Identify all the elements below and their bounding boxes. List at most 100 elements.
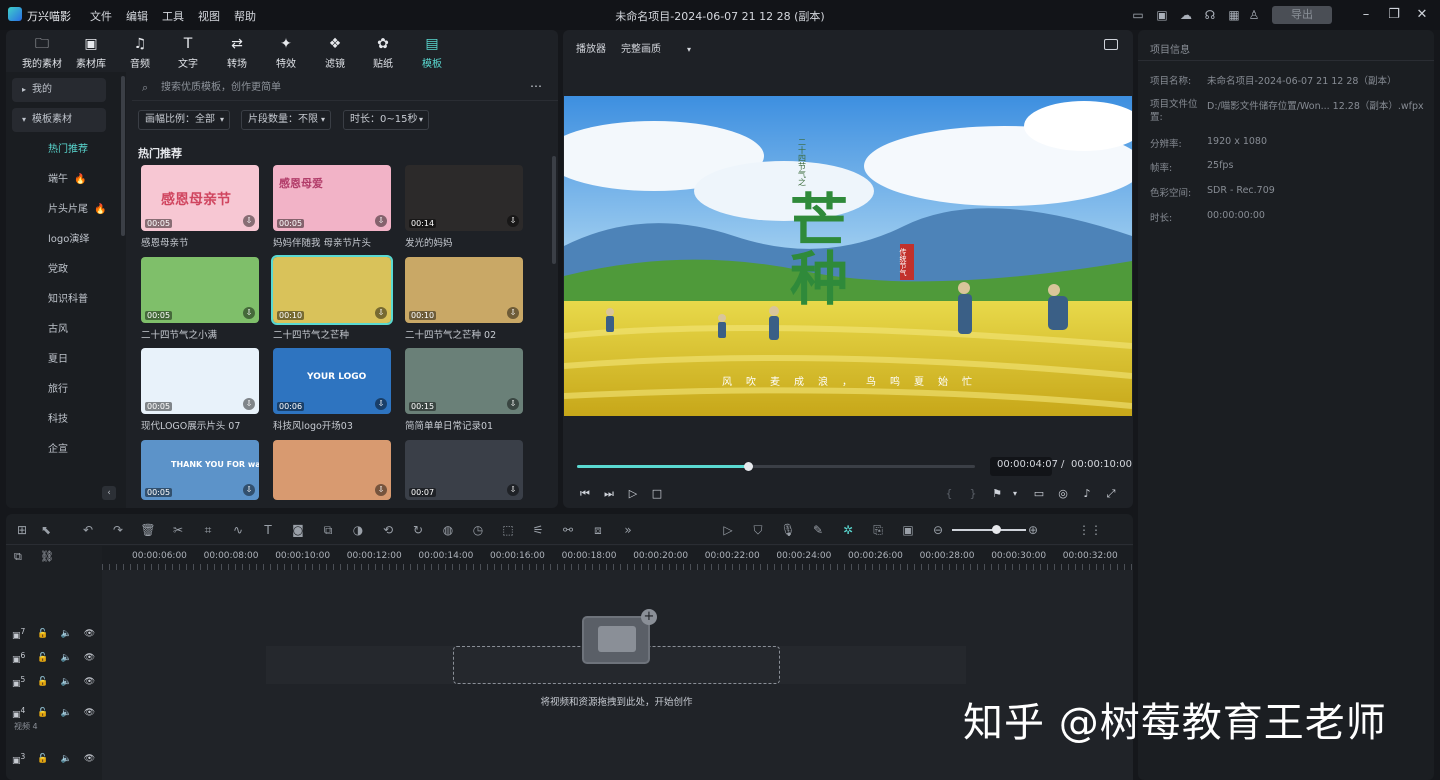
menu-edit[interactable]: 编辑: [126, 8, 148, 24]
eye-icon[interactable]: 👁: [84, 708, 95, 718]
download-icon[interactable]: ⇩: [243, 215, 255, 227]
volume-icon[interactable]: ♪: [1080, 487, 1094, 501]
template-thumbnail[interactable]: 00:07 ⇩: [405, 440, 523, 500]
snapshot-view-icon[interactable]: [1104, 39, 1118, 50]
template-thumbnail[interactable]: 00:10 ⇩: [271, 255, 393, 325]
sidebar-item-templates[interactable]: ▾ 模板素材: [12, 108, 106, 132]
select-icon[interactable]: ⬉: [38, 522, 54, 538]
template-thumbnail[interactable]: 00:14 ⇩: [405, 165, 523, 231]
lock-icon[interactable]: 🔓: [37, 629, 48, 639]
mark-out-icon[interactable]: }: [966, 487, 980, 501]
menu-tools[interactable]: 工具: [162, 8, 184, 24]
eye-icon[interactable]: 👁: [84, 677, 95, 687]
mask-icon[interactable]: ◙: [290, 522, 306, 538]
eye-icon[interactable]: 👁: [84, 653, 95, 663]
display-icon[interactable]: ▭: [1032, 487, 1046, 501]
lock-icon[interactable]: 🔓: [37, 653, 48, 663]
speed-icon[interactable]: ⟲: [380, 522, 396, 538]
tab-effects[interactable]: ✦ 特效: [264, 36, 308, 70]
template-thumbnail[interactable]: ⇩: [273, 440, 391, 500]
template-thumbnail[interactable]: 00:10 ⇩: [405, 257, 523, 323]
prev-frame-icon[interactable]: ⏮: [578, 487, 592, 501]
layout-icon[interactable]: ▭: [1130, 7, 1146, 23]
close-icon[interactable]: ✕: [1412, 6, 1432, 24]
cloud-icon[interactable]: ☁: [1178, 7, 1194, 23]
render-icon[interactable]: ▷: [720, 522, 736, 538]
eye-icon[interactable]: 👁: [84, 754, 95, 764]
play-icon[interactable]: ▷: [626, 487, 640, 501]
lock-icon[interactable]: 🔓: [37, 708, 48, 718]
tab-templates[interactable]: ▤ 模板: [410, 36, 454, 70]
download-icon[interactable]: ⇩: [375, 307, 387, 319]
template-thumbnail[interactable]: 00:15 ⇩: [405, 348, 523, 414]
download-icon[interactable]: ⇩: [507, 398, 519, 410]
export-button[interactable]: 导出: [1272, 6, 1332, 24]
crop-icon[interactable]: ⌗: [200, 522, 216, 538]
download-icon[interactable]: ⇩: [507, 484, 519, 496]
stop-icon[interactable]: □: [650, 487, 664, 501]
headset-icon[interactable]: ☊: [1202, 7, 1218, 23]
cut-icon[interactable]: ✂: [170, 522, 186, 538]
redo-icon[interactable]: ↷: [110, 522, 126, 538]
sidebar-item-mine[interactable]: ▸ 我的: [12, 78, 106, 102]
mic-icon[interactable]: 🎙: [780, 522, 796, 538]
chevron-down-icon[interactable]: ▾: [1008, 487, 1022, 501]
download-icon[interactable]: ⇩: [507, 215, 519, 227]
template-thumbnail[interactable]: 00:06 ⇩ YOUR LOGO: [273, 348, 391, 414]
add-media-icon[interactable]: +: [641, 609, 657, 625]
tab-transitions[interactable]: ⇄ 转场: [215, 36, 259, 70]
add-track-icon[interactable]: ⧉: [14, 550, 22, 564]
lock-icon[interactable]: 🔓: [37, 754, 48, 764]
menu-help[interactable]: 帮助: [234, 8, 256, 24]
tab-filters[interactable]: ❖ 滤镜: [313, 36, 357, 70]
color-icon[interactable]: ◑: [350, 522, 366, 538]
download-icon[interactable]: ⇩: [507, 307, 519, 319]
more-icon[interactable]: »: [620, 522, 636, 538]
collapse-sidebar-icon[interactable]: ‹: [102, 486, 116, 500]
sidebar-scrollbar[interactable]: [121, 76, 125, 236]
menu-view[interactable]: 视图: [198, 8, 220, 24]
tab-stickers[interactable]: ✿ 贴纸: [361, 36, 405, 70]
download-icon[interactable]: ⇩: [243, 484, 255, 496]
rotate-icon[interactable]: ↻: [410, 522, 426, 538]
template-thumbnail[interactable]: 00:05 ⇩ THANK YOU FOR watching: [141, 440, 259, 500]
track-icon[interactable]: ⬚: [500, 522, 516, 538]
filter-duration[interactable]: 时长：0~15秒 ▾: [343, 110, 429, 130]
user-icon[interactable]: ♙: [1246, 7, 1262, 23]
quality-dropdown[interactable]: 完整画质 ▾: [621, 40, 691, 55]
download-icon[interactable]: ⇩: [375, 215, 387, 227]
download-icon[interactable]: ⇩: [375, 484, 387, 496]
download-icon[interactable]: ⇩: [243, 398, 255, 410]
zoom-in-icon[interactable]: ⊕: [1025, 522, 1041, 538]
template-thumbnail[interactable]: 00:05 ⇩ 感恩母亲节: [141, 165, 259, 231]
volume-icon[interactable]: 🔈: [61, 708, 72, 718]
tab-stock-media[interactable]: ▣ 素材库: [69, 36, 113, 70]
grid-scrollbar[interactable]: [552, 156, 556, 264]
play-reverse-icon[interactable]: ⏭: [602, 487, 616, 501]
volume-icon[interactable]: 🔈: [61, 629, 72, 639]
audio-icon[interactable]: ∿: [230, 522, 246, 538]
mark-in-icon[interactable]: {: [942, 487, 956, 501]
timer-icon[interactable]: ◷: [470, 522, 486, 538]
template-thumbnail[interactable]: 00:05 ⇩: [141, 257, 259, 323]
ai-icon[interactable]: ⚯: [560, 522, 576, 538]
grid-icon[interactable]: ▦: [1226, 7, 1242, 23]
fullscreen-icon[interactable]: ⤢: [1104, 487, 1118, 501]
maximize-icon[interactable]: ❐: [1384, 6, 1404, 24]
caption-icon[interactable]: ▣: [900, 522, 916, 538]
text-tool-icon[interactable]: T: [260, 522, 276, 538]
shield-icon[interactable]: ⛉: [750, 522, 766, 538]
template-thumbnail[interactable]: 00:05 ⇩: [141, 348, 259, 414]
template-thumbnail[interactable]: 00:05 ⇩ 感恩母爱: [273, 165, 391, 231]
filter-clip-count[interactable]: 片段数量：不限 ▾: [241, 110, 331, 130]
undo-icon[interactable]: ↶: [80, 522, 96, 538]
zoom-out-icon[interactable]: ⊖: [930, 522, 946, 538]
volume-icon[interactable]: 🔈: [61, 754, 72, 764]
zoom-slider-handle[interactable]: [992, 525, 1001, 534]
split-icon[interactable]: ⧈: [590, 522, 606, 538]
subtitle-icon[interactable]: ⎘: [870, 522, 886, 538]
search-input[interactable]: 搜索优质模板，创作更简单: [135, 77, 555, 99]
camera-icon[interactable]: ◎: [1056, 487, 1070, 501]
more-options-icon[interactable]: ⋯: [530, 79, 542, 93]
palette-icon[interactable]: ◍: [440, 522, 456, 538]
